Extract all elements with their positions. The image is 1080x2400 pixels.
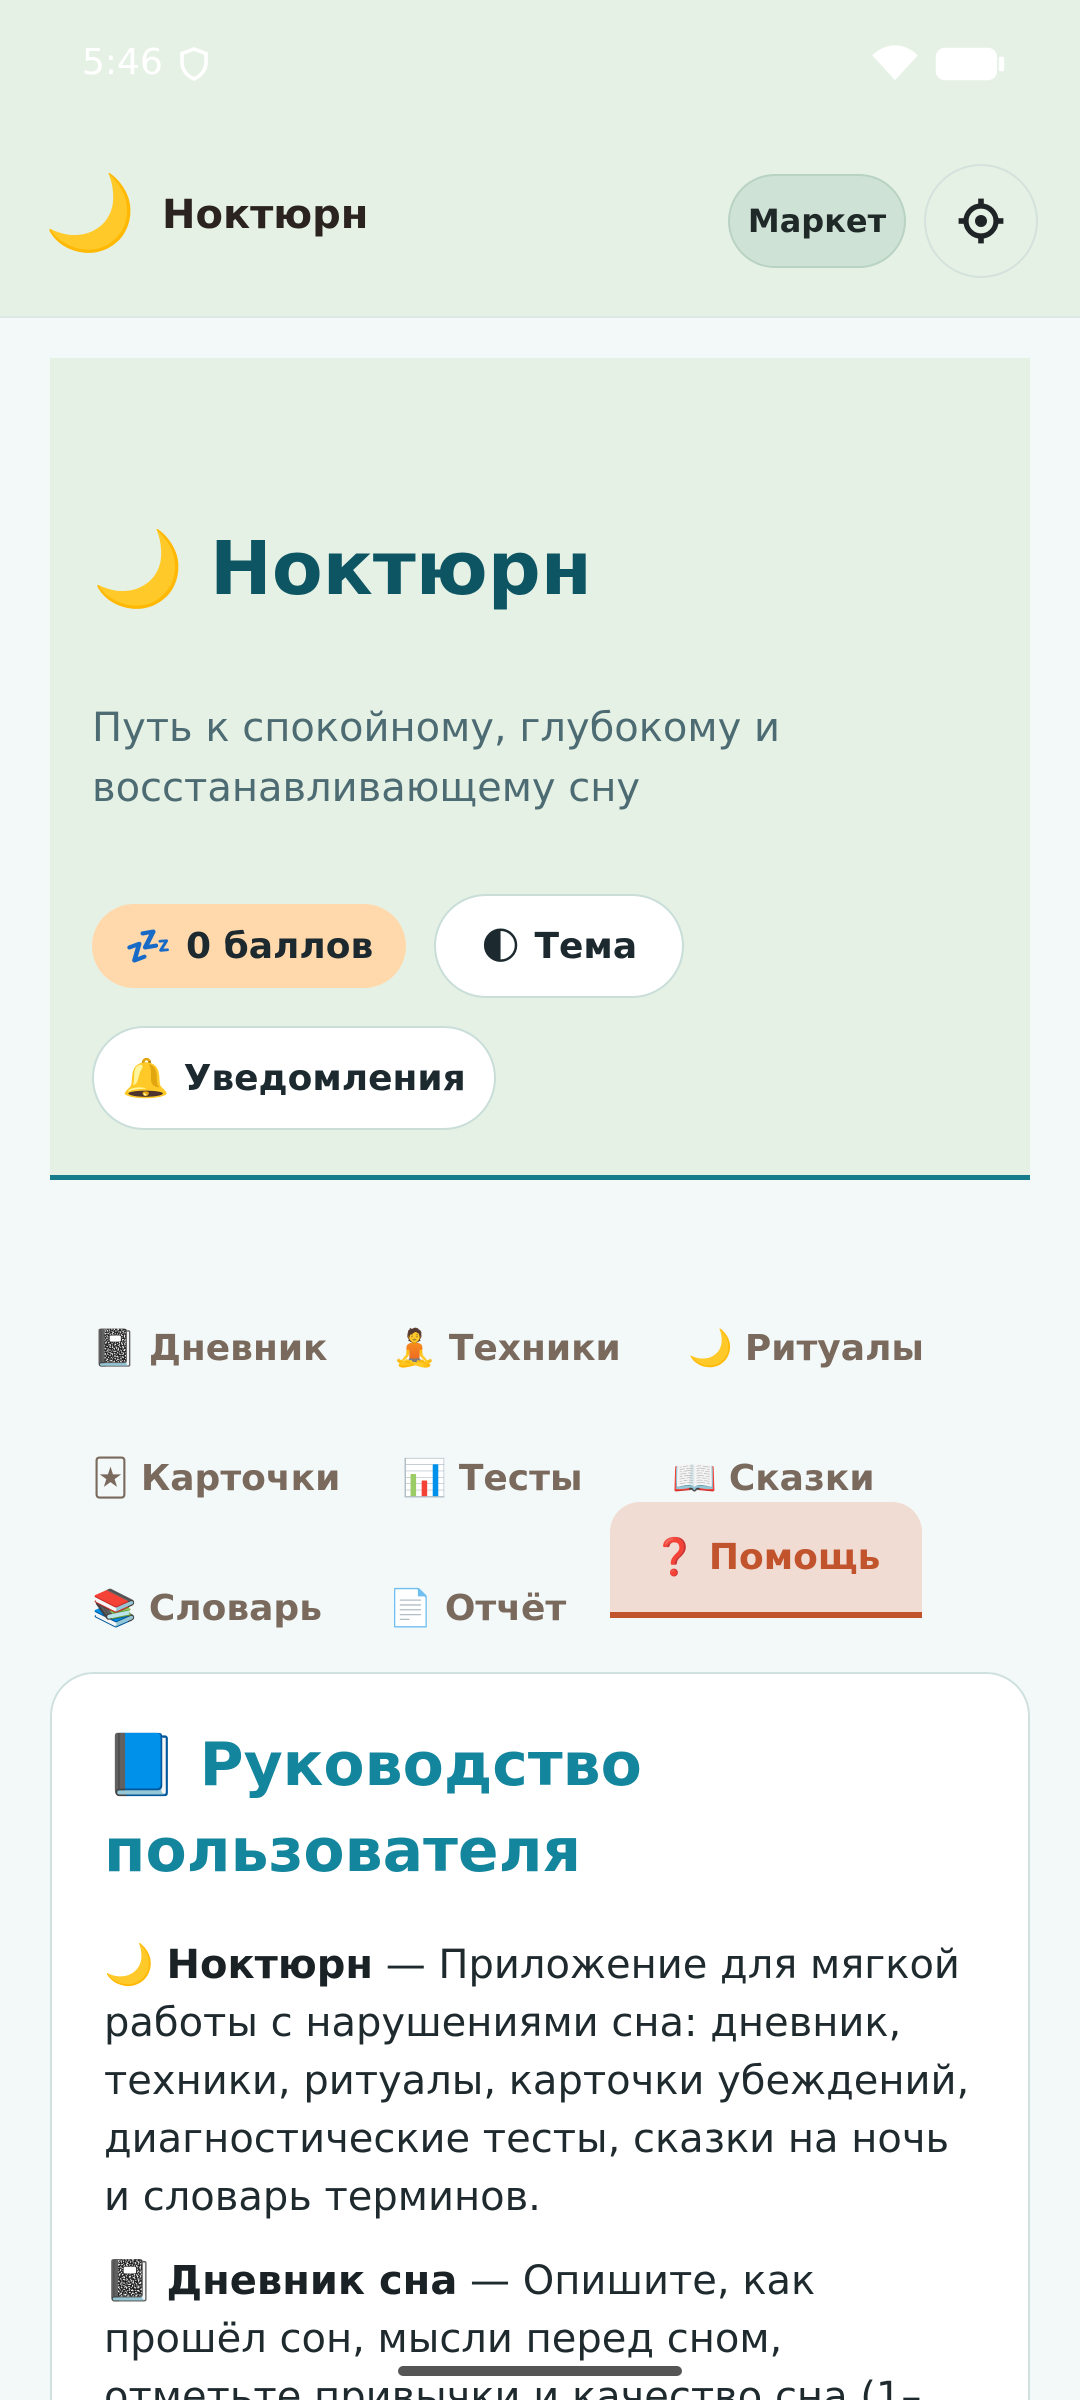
app-header: 🌙 Ноктюрн Маркет: [0, 130, 1080, 318]
meditation-icon: 🧘: [392, 1328, 437, 1369]
tab-label: Помощь: [708, 1536, 881, 1578]
tab-label: Дневник: [148, 1327, 328, 1369]
hero-subtitle: Путь к спокойному, глубокому и восстанав…: [92, 705, 780, 811]
hero-title: 🌙 Ноктюрн: [92, 526, 592, 612]
hero-card: 🌙 Ноктюрн Путь к спокойному, глубокому и…: [50, 358, 1030, 1180]
notebook-icon: 📓: [104, 2258, 154, 2304]
cards-icon: 🃏: [92, 1457, 129, 1499]
open-book-icon: 📖: [672, 1458, 717, 1499]
theme-label: Тема: [534, 925, 638, 967]
section-tabs: 📓 Дневник 🧘 Техники 🌙 Ритуалы 🃏 Карточки…: [50, 1230, 1030, 1630]
moon-icon: 🌙: [688, 1328, 733, 1369]
points-badge: 💤 0 баллов: [92, 904, 406, 988]
tab-cards[interactable]: 🃏 Карточки: [50, 1428, 340, 1528]
guide-diary-title: Дневник сна: [166, 2258, 458, 2304]
tab-label: Отчёт: [444, 1587, 567, 1629]
tab-glossary[interactable]: 📚 Словарь: [50, 1558, 322, 1658]
guide-app-name: Ноктюрн: [166, 1942, 373, 1988]
status-time: 5:46: [82, 42, 163, 83]
tab-label: Тесты: [458, 1457, 583, 1499]
battery-icon: [935, 47, 1005, 81]
status-bar: 5:46: [0, 0, 1080, 130]
question-icon: ❓: [652, 1537, 697, 1578]
tab-tests[interactable]: 📊 Тесты: [360, 1428, 583, 1528]
tab-label: Техники: [448, 1327, 621, 1369]
theme-button[interactable]: 🌓 Тема: [434, 894, 684, 998]
guide-title: 📘 Руководство пользователя: [104, 1730, 642, 1886]
tab-label: Ритуалы: [744, 1327, 924, 1369]
moon-icon: 🌙: [104, 1942, 154, 1988]
tab-diary[interactable]: 📓 Дневник: [50, 1298, 328, 1398]
chart-icon: 📊: [402, 1458, 447, 1499]
tab-help[interactable]: ❓ Помощь: [610, 1502, 923, 1618]
half-moon-icon: 🌓: [480, 924, 521, 968]
guide-paragraph-diary: 📓 Дневник сна — Опишите, как прошёл сон,…: [104, 2252, 976, 2400]
tab-label: Словарь: [148, 1587, 322, 1629]
settings-button[interactable]: [924, 164, 1038, 278]
document-icon: 📄: [388, 1588, 433, 1629]
user-guide-card: 📘 Руководство пользователя 🌙 Ноктюрн — П…: [50, 1672, 1030, 2400]
app-screen: 5:46 🌙 Ноктюрн Маркет 🌙 Ноктюрн Путь к с…: [0, 0, 1080, 2400]
points-label: 0 баллов: [186, 925, 374, 967]
market-button[interactable]: Маркет: [728, 174, 906, 268]
home-indicator[interactable]: [398, 2366, 682, 2376]
wifi-icon: [872, 45, 918, 81]
notebook-icon: 📓: [92, 1328, 137, 1369]
moon-logo-icon: 🌙: [44, 170, 137, 256]
gear-icon: [958, 198, 1004, 244]
bell-icon: 🔔: [122, 1055, 170, 1100]
app-title: Ноктюрн: [162, 192, 369, 238]
tab-rituals[interactable]: 🌙 Ритуалы: [646, 1298, 924, 1398]
tab-label: Карточки: [140, 1457, 341, 1499]
tab-label: Сказки: [728, 1457, 875, 1499]
notifications-button[interactable]: 🔔 Уведомления: [92, 1026, 496, 1130]
books-icon: 📚: [92, 1588, 137, 1629]
notifications-label: Уведомления: [183, 1057, 466, 1099]
shield-icon: [180, 47, 208, 81]
tab-report[interactable]: 📄 Отчёт: [346, 1558, 566, 1658]
zzz-icon: 💤: [124, 923, 173, 968]
tab-techniques[interactable]: 🧘 Техники: [350, 1298, 621, 1398]
guide-paragraph-intro: 🌙 Ноктюрн — Приложение для мягкой работы…: [104, 1936, 976, 2226]
